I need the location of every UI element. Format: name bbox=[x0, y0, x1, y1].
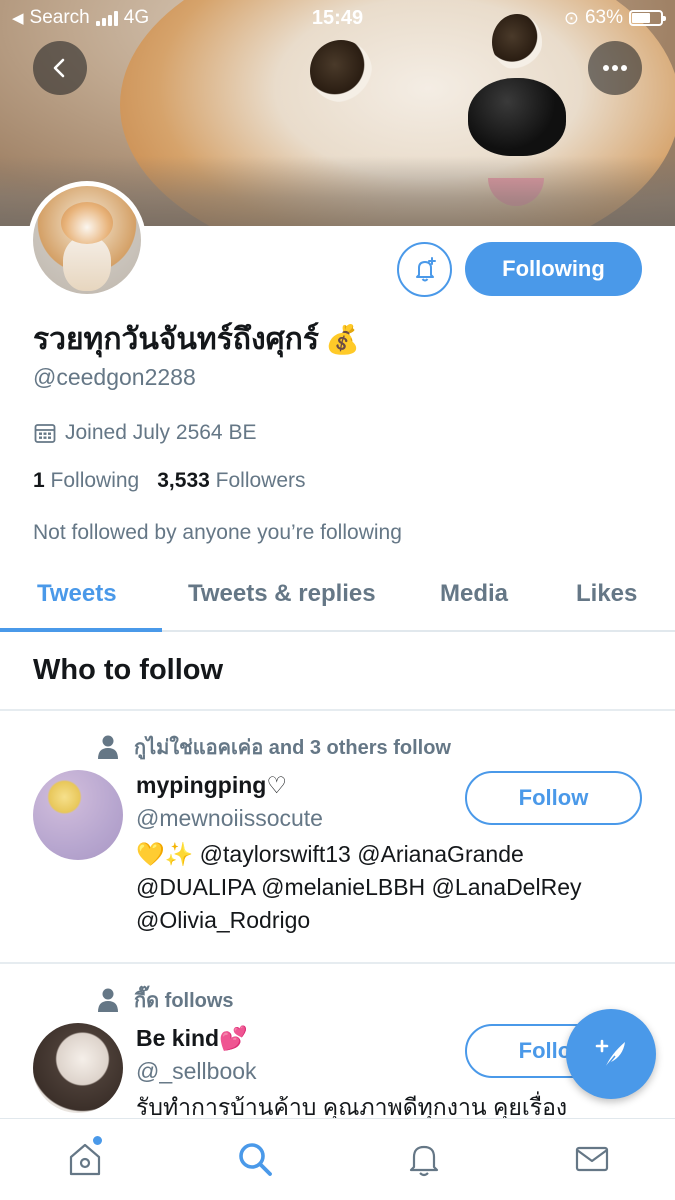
battery-fill bbox=[632, 13, 650, 23]
money-bag-emoji: 💰 bbox=[324, 324, 360, 355]
compose-tweet-icon bbox=[595, 1039, 625, 1069]
user1-social-text: กูไม่ใช่แอคเค่อ and 3 others follow bbox=[134, 737, 451, 759]
tab-tweets-and-replies[interactable]: Tweets & replies bbox=[188, 580, 376, 608]
active-tab-indicator bbox=[0, 628, 162, 632]
bell-icon bbox=[409, 1145, 439, 1177]
user1-handle: @mewnoiissocute bbox=[136, 805, 323, 831]
joined-date: Joined July 2564 BE bbox=[65, 421, 257, 444]
user2-handle: @_sellbook bbox=[136, 1058, 257, 1084]
following-count: 1 bbox=[33, 469, 45, 492]
followers-label: Followers bbox=[215, 469, 306, 492]
follow-counts: 1 Following 3,533 Followers bbox=[33, 469, 306, 493]
person-icon bbox=[98, 735, 118, 759]
profile-handle: @ceedgon2288 bbox=[33, 364, 196, 390]
user2-name[interactable]: Be kind💕 bbox=[136, 1025, 248, 1052]
mail-icon bbox=[575, 1146, 609, 1172]
following-count-link[interactable]: 1 Following bbox=[33, 469, 139, 493]
user2-avatar[interactable] bbox=[33, 1023, 123, 1113]
profile-display-name-row: รวยทุกวันจันทร์ถึงศุกร์ 💰 bbox=[33, 316, 360, 363]
more-options-button[interactable] bbox=[588, 41, 642, 95]
section-divider bbox=[0, 962, 675, 964]
user2-bio-line: รับทำการบ้านค้าบ คุณภาพดีทุกงาน คุยเรื่อ… bbox=[136, 1094, 568, 1119]
user2-bio: รับทำการบ้านค้าบ คุณภาพดีทุกงาน คุยเรื่อ… bbox=[136, 1091, 636, 1119]
joined-date-row: Joined July 2564 BE bbox=[33, 421, 256, 445]
banner-dog-eye-left bbox=[310, 40, 372, 102]
avatar-image bbox=[33, 186, 141, 294]
user2-social-text: กี๊ด follows bbox=[134, 990, 234, 1012]
back-button[interactable] bbox=[33, 41, 87, 95]
home-icon bbox=[69, 1143, 101, 1176]
following-button[interactable]: Following bbox=[465, 242, 642, 296]
avatar-dog-head bbox=[61, 202, 113, 244]
user1-avatar[interactable] bbox=[33, 770, 123, 860]
user1-follow-button[interactable]: Follow bbox=[465, 771, 642, 825]
user1-bio-line: @Olivia_Rodrigo bbox=[136, 907, 311, 933]
chevron-left-icon bbox=[53, 58, 65, 78]
profile-avatar[interactable] bbox=[28, 181, 146, 299]
more-horizontal-icon bbox=[603, 65, 627, 71]
user1-bio-line: @DUALIPA @melanieLBBH @LanaDelRey bbox=[136, 874, 582, 900]
notifications-bell-button[interactable] bbox=[397, 242, 452, 297]
tab-messages[interactable] bbox=[572, 1139, 612, 1179]
user1-social-context: กูไม่ใช่แอคเค่อ and 3 others follow bbox=[96, 731, 451, 763]
search-icon bbox=[239, 1143, 272, 1176]
profile-tabs: Tweets Tweets & replies Media Likes bbox=[0, 566, 675, 632]
tab-tweets[interactable]: Tweets bbox=[37, 580, 117, 608]
user2-social-context: กี๊ด follows bbox=[96, 984, 234, 1016]
status-bar: ◀ Search 4G 15:49 ⊙ 63% bbox=[0, 0, 675, 36]
bell-plus-icon bbox=[415, 256, 436, 281]
followers-count-link[interactable]: 3,533 Followers bbox=[157, 469, 305, 493]
status-time: 15:49 bbox=[311, 6, 364, 29]
tab-likes[interactable]: Likes bbox=[576, 580, 637, 608]
profile-display-name: รวยทุกวันจันทร์ถึงศุกร์ bbox=[33, 323, 319, 356]
avatar-dog-body bbox=[63, 236, 111, 291]
compose-tweet-button[interactable] bbox=[566, 1009, 656, 1099]
following-label: Following bbox=[50, 469, 140, 492]
tab-search[interactable] bbox=[235, 1139, 275, 1179]
person-icon bbox=[98, 988, 118, 1012]
bottom-tab-bar bbox=[0, 1118, 675, 1200]
user1-name[interactable]: mypingping♡ bbox=[136, 772, 287, 799]
user1-bio-line: 💛✨ @taylorswift13 @ArianaGrande bbox=[136, 841, 524, 867]
tab-media[interactable]: Media bbox=[440, 580, 508, 608]
who-to-follow-title: Who to follow bbox=[33, 654, 224, 686]
followers-count: 3,533 bbox=[157, 469, 210, 492]
battery-icon bbox=[629, 10, 666, 26]
calendar-icon bbox=[34, 424, 56, 443]
section-divider bbox=[0, 709, 675, 711]
tab-home[interactable] bbox=[65, 1139, 105, 1179]
home-new-indicator bbox=[93, 1136, 102, 1145]
user1-bio: 💛✨ @taylorswift13 @ArianaGrande @DUALIPA… bbox=[136, 838, 636, 937]
banner-dog-nose bbox=[468, 78, 566, 156]
followed-by-context: Not followed by anyone you’re following bbox=[33, 521, 402, 544]
tab-notifications[interactable] bbox=[404, 1139, 444, 1179]
